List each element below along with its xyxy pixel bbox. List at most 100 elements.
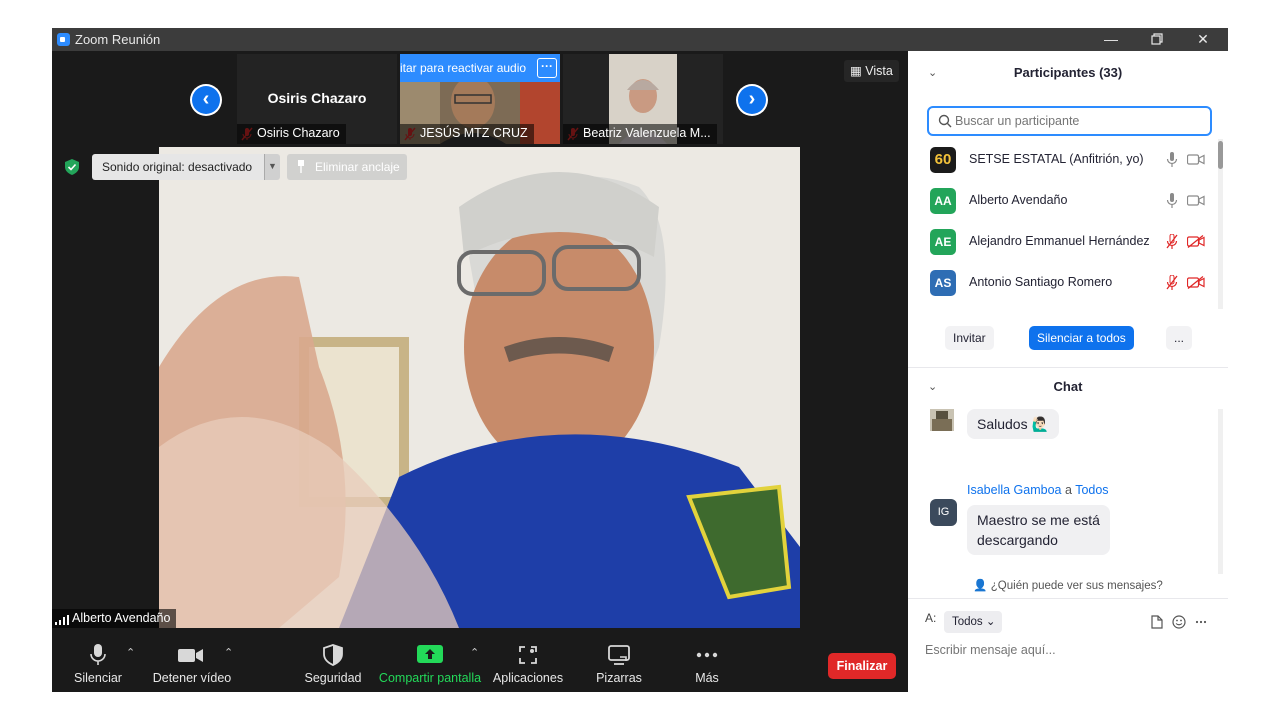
- video-area: ‹ › Osiris Chazaro Osiris Chazaro itar p…: [52, 51, 908, 630]
- chat-scrollbar[interactable]: [1218, 409, 1223, 574]
- video-camera-icon: [178, 649, 203, 662]
- recipient-label: A:: [925, 611, 937, 625]
- original-sound-toggle[interactable]: Sonido original: desactivado: [92, 154, 264, 180]
- side-panel: ⌄ Participantes (33) 60 SETSE ESTATAL (A…: [908, 51, 1228, 692]
- mute-button[interactable]: Silenciar: [68, 628, 128, 692]
- zoom-logo-icon: [57, 33, 70, 46]
- avatar: AA: [930, 188, 956, 214]
- participant-row[interactable]: AE Alejandro Emmanuel Hernández: [908, 221, 1220, 262]
- mute-options-caret[interactable]: ⌃: [126, 646, 135, 659]
- chevron-down-icon[interactable]: ⌄: [928, 371, 937, 403]
- more-label: Más: [695, 671, 719, 685]
- more-dots-icon[interactable]: [1195, 620, 1207, 624]
- end-meeting-button[interactable]: Finalizar: [828, 653, 896, 679]
- participant-list: 60 SETSE ESTATAL (Anfitrión, yo) AA Albe…: [908, 139, 1220, 309]
- participant-search-input[interactable]: [955, 112, 1195, 130]
- more-button[interactable]: Más: [684, 628, 730, 692]
- signal-strength-icon: [55, 615, 69, 625]
- thumb-label: Osiris Chazaro: [237, 124, 346, 144]
- apps-label: Aplicaciones: [492, 671, 564, 685]
- video-off-icon[interactable]: [1187, 235, 1205, 248]
- apps-button[interactable]: Aplicaciones: [492, 628, 564, 692]
- chat-messages: Saludos 🙋🏻‍♂️ Isabella Gamboa a Todos IG…: [908, 409, 1220, 574]
- mute-all-button[interactable]: Silenciar a todos: [1029, 326, 1134, 350]
- chat-message-line: Maestro se me está: [977, 512, 1100, 528]
- share-screen-label: Compartir pantalla: [378, 671, 482, 685]
- more-options-button[interactable]: ···: [537, 58, 557, 78]
- video-camera-icon[interactable]: [1187, 153, 1205, 166]
- speaker-name-label: Alberto Avendaño: [52, 609, 177, 630]
- chat-message-input[interactable]: [925, 640, 1215, 660]
- whiteboard-icon: [608, 645, 630, 665]
- scrollbar-thumb[interactable]: [1218, 141, 1223, 169]
- file-icon[interactable]: [1151, 615, 1163, 629]
- mute-label: Silenciar: [74, 671, 122, 685]
- security-label: Seguridad: [304, 671, 362, 685]
- invite-button[interactable]: Invitar: [945, 326, 994, 350]
- unmute-banner-text: itar para reactivar audio: [400, 61, 527, 75]
- restore-button[interactable]: [1134, 28, 1180, 51]
- participant-strip: Osiris Chazaro Osiris Chazaro itar para …: [237, 54, 725, 144]
- view-label: Vista: [865, 64, 893, 78]
- prev-page-button[interactable]: ‹: [190, 84, 222, 116]
- avatar: AE: [930, 229, 956, 255]
- share-options-caret[interactable]: ⌃: [470, 646, 479, 659]
- security-button[interactable]: Seguridad: [302, 628, 364, 692]
- share-screen-button[interactable]: Compartir pantalla: [378, 628, 482, 692]
- whiteboards-button[interactable]: Pizarras: [592, 628, 646, 692]
- chat-message: Maestro se me está descargando: [967, 505, 1110, 555]
- recipient-word: a: [1065, 483, 1072, 497]
- video-camera-icon[interactable]: [1187, 194, 1205, 207]
- participant-row[interactable]: AA Alberto Avendaño: [908, 180, 1220, 221]
- video-options-caret[interactable]: ⌃: [224, 646, 233, 659]
- chat-message-line: descargando: [977, 532, 1058, 548]
- meeting-toolbar: Silenciar ⌃ Detener vídeo ⌃ Seguridad Co…: [52, 628, 908, 692]
- recipient-name[interactable]: Todos: [1075, 483, 1108, 497]
- emoji-icon[interactable]: [1172, 615, 1186, 629]
- who-can-see-text: ¿Quién puede ver sus mensajes?: [990, 580, 1163, 592]
- video-off-icon[interactable]: [1187, 276, 1205, 289]
- shield-icon: [323, 644, 343, 666]
- recipient-value: Todos: [952, 616, 983, 628]
- title-bar: Zoom Reunión — ✕: [52, 28, 1228, 51]
- close-button[interactable]: ✕: [1180, 28, 1226, 51]
- divider: [908, 598, 1228, 599]
- stop-video-label: Detener vídeo: [152, 671, 232, 685]
- apps-icon: [519, 646, 537, 664]
- participant-search[interactable]: [927, 106, 1212, 136]
- user-lock-icon: 👤: [973, 580, 988, 592]
- thumb-jesus[interactable]: itar para reactivar audio ··· JESÚS MTZ …: [400, 54, 560, 144]
- minimize-button[interactable]: —: [1088, 28, 1134, 51]
- unmute-banner[interactable]: itar para reactivar audio ···: [400, 54, 560, 82]
- sender-name[interactable]: Isabella Gamboa: [967, 483, 1062, 497]
- view-button[interactable]: ▦ Vista: [844, 60, 899, 82]
- grid-icon: ▦: [850, 64, 862, 78]
- thumb-beatriz[interactable]: Beatriz Valenzuela M...: [563, 54, 723, 144]
- participants-scrollbar[interactable]: [1218, 139, 1223, 309]
- participant-row[interactable]: AS Antonio Santiago Romero: [908, 262, 1220, 303]
- recipient-dropdown[interactable]: Todos ⌄: [944, 611, 1002, 633]
- more-dots-icon: [696, 652, 718, 658]
- thumb-osiris[interactable]: Osiris Chazaro Osiris Chazaro: [237, 54, 397, 144]
- participant-row[interactable]: 60 SETSE ESTATAL (Anfitrión, yo): [908, 139, 1220, 180]
- sound-dropdown-button[interactable]: ▼: [264, 154, 280, 180]
- window-title: Zoom Reunión: [75, 32, 161, 47]
- participants-header: ⌄ Participantes (33): [908, 57, 1228, 89]
- microphone-icon[interactable]: [1166, 152, 1178, 167]
- participants-more-button[interactable]: ...: [1166, 326, 1193, 350]
- search-icon: [938, 114, 952, 128]
- zoom-window: Zoom Reunión — ✕ ‹ › Osiris Chazaro Osir…: [52, 28, 1228, 692]
- active-speaker-video: [159, 147, 800, 628]
- participant-actions: Invitar Silenciar a todos ...: [908, 326, 1228, 352]
- participant-name: Antonio Santiago Romero: [969, 275, 1113, 289]
- chevron-right-icon: ›: [738, 86, 766, 114]
- muted-mic-icon[interactable]: [1166, 275, 1178, 290]
- thumb-big-name: Osiris Chazaro: [267, 90, 367, 106]
- stop-video-button[interactable]: Detener vídeo: [152, 628, 232, 692]
- next-page-button[interactable]: ›: [736, 84, 768, 116]
- microphone-icon[interactable]: [1166, 193, 1178, 208]
- chevron-down-icon[interactable]: ⌄: [928, 57, 937, 89]
- unpin-button[interactable]: Eliminar anclaje: [287, 154, 407, 180]
- who-can-see-link[interactable]: 👤 ¿Quién puede ver sus mensajes?: [908, 573, 1228, 599]
- muted-mic-icon[interactable]: [1166, 234, 1178, 249]
